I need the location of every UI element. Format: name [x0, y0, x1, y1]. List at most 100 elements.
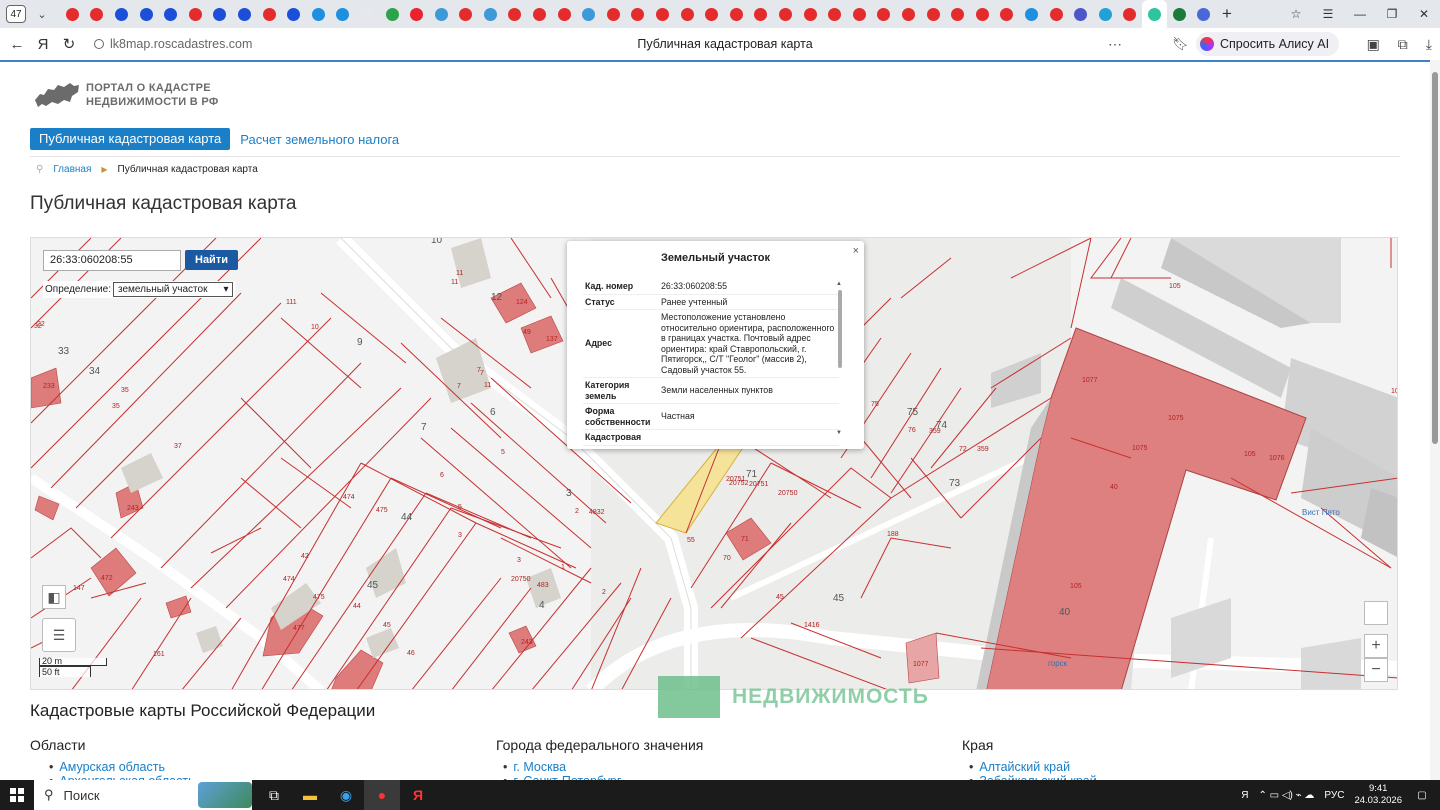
popup-scroll-thumb[interactable] — [838, 290, 842, 368]
close-window-button[interactable]: ✕ — [1408, 0, 1440, 28]
tray-icons[interactable]: ⌃ ▭ ◁) ⌁ ☁ — [1258, 790, 1314, 801]
nav-land-tax[interactable]: Расчет земельного налога — [240, 132, 399, 147]
browser-tab[interactable] — [724, 0, 749, 28]
browser-tab[interactable] — [749, 0, 774, 28]
browser-tab[interactable] — [970, 0, 995, 28]
browser-tab[interactable] — [699, 0, 724, 28]
browser-tab[interactable] — [675, 0, 700, 28]
browser-tab[interactable] — [1191, 0, 1216, 28]
back-icon[interactable]: ← — [4, 36, 30, 53]
edge-icon[interactable]: ◉ — [328, 780, 364, 810]
browser-tab[interactable] — [527, 0, 552, 28]
browser-tab[interactable] — [454, 0, 479, 28]
minimize-button[interactable]: — — [1344, 0, 1376, 28]
browser-tab[interactable] — [208, 0, 233, 28]
new-tab-button[interactable]: + — [1216, 4, 1238, 24]
site-logo[interactable]: ПОРТАЛ О КАДАСТРЕ НЕДВИЖИМОСТИ В РФ — [34, 80, 219, 110]
browser-tab[interactable] — [429, 0, 454, 28]
file-explorer-icon[interactable]: ▬ — [292, 780, 328, 810]
site-info-icon[interactable] — [94, 39, 104, 49]
browser-tab[interactable] — [945, 0, 970, 28]
yandex-tray-icon[interactable]: Я — [1241, 790, 1248, 801]
browser-tab[interactable] — [134, 0, 159, 28]
browser-tab[interactable] — [60, 0, 85, 28]
clock[interactable]: 9:41 24.03.2026 — [1354, 783, 1402, 807]
page-scrollbar-thumb[interactable] — [1432, 72, 1438, 444]
url-field[interactable]: lk8map.roscadastres.com — [94, 37, 252, 51]
browser-tab[interactable] — [478, 0, 503, 28]
browser-tab[interactable] — [650, 0, 675, 28]
alice-button[interactable]: Спросить Алису AI — [1196, 32, 1340, 56]
browser-tab[interactable] — [306, 0, 331, 28]
collections-icon[interactable]: ▣ — [1367, 36, 1380, 53]
tab-counter[interactable]: 47 — [6, 5, 26, 23]
menu-icon[interactable]: ☰ — [1312, 0, 1344, 28]
nav-cadastral-map[interactable]: Публичная кадастровая карта — [30, 128, 231, 150]
browser-tab[interactable] — [921, 0, 946, 28]
browser-tab[interactable] — [872, 0, 897, 28]
reload-icon[interactable]: ↻ — [56, 35, 82, 53]
downloads-icon[interactable]: ⤓ — [1426, 36, 1432, 53]
browser-tab[interactable] — [404, 0, 429, 28]
fullscreen-icon[interactable] — [1364, 601, 1388, 625]
cadastral-number-input[interactable]: 26:33:060208:55 — [43, 250, 181, 271]
browser-tab[interactable] — [995, 0, 1020, 28]
find-button[interactable]: Найти — [185, 250, 238, 270]
close-icon[interactable]: × — [853, 245, 859, 257]
browser-tab[interactable] — [85, 0, 110, 28]
tabs-dropdown-icon[interactable]: ⌄ — [32, 8, 52, 21]
yandex-browser-icon[interactable]: ● — [364, 780, 400, 810]
browser-tab[interactable] — [1167, 0, 1192, 28]
maximize-button[interactable]: ❐ — [1376, 0, 1408, 28]
zoom-in-button[interactable]: + — [1364, 634, 1388, 658]
browser-tab[interactable] — [158, 0, 183, 28]
scroll-up-icon[interactable]: ▲ — [836, 281, 842, 287]
more-icon[interactable]: ⋯ — [1108, 28, 1122, 60]
cadastral-map[interactable]: 10 11 11 12 124 49 137 111 10 9 7 7 6 32 22 33 35 35 34 233… — [30, 237, 1398, 690]
scroll-down-icon[interactable]: ▼ — [836, 430, 842, 436]
list-item[interactable]: г. Москва — [503, 760, 566, 774]
browser-tab[interactable] — [552, 0, 577, 28]
browser-tab[interactable] — [896, 0, 921, 28]
browser-tab[interactable] — [798, 0, 823, 28]
browser-tab[interactable] — [1068, 0, 1093, 28]
browser-tab[interactable] — [503, 0, 528, 28]
yandex-icon[interactable]: Я — [30, 36, 56, 53]
browser-tab[interactable] — [1142, 0, 1167, 28]
bookmark-star-icon[interactable]: ☆ — [1280, 0, 1312, 28]
notifications-icon[interactable]: ▢ — [1412, 790, 1432, 801]
browser-tab[interactable] — [232, 0, 257, 28]
browser-tab[interactable] — [626, 0, 651, 28]
list-item[interactable]: Амурская область — [49, 760, 165, 774]
browser-tab[interactable] — [257, 0, 282, 28]
zoom-out-button[interactable]: − — [1364, 658, 1388, 682]
browser-tab[interactable] — [847, 0, 872, 28]
language-indicator[interactable]: РУС — [1324, 790, 1344, 801]
breadcrumb-home[interactable]: Главная — [53, 164, 91, 175]
browser-tab[interactable] — [822, 0, 847, 28]
browser-tab[interactable] — [281, 0, 306, 28]
windows-start-icon[interactable] — [0, 780, 34, 810]
basemap-toggle-icon[interactable]: ◧ — [42, 585, 66, 609]
browser-tab[interactable] — [1118, 0, 1143, 28]
browser-tab[interactable] — [576, 0, 601, 28]
browser-tab[interactable] — [773, 0, 798, 28]
browser-tab[interactable] — [355, 0, 380, 28]
definition-select[interactable]: земельный участок ▾ — [113, 282, 234, 297]
browser-tab[interactable] — [1044, 0, 1069, 28]
yandex-app-icon[interactable]: Я — [400, 780, 436, 810]
extensions-icon[interactable]: ⧉ — [1398, 36, 1408, 53]
page-scrollbar[interactable] — [1430, 60, 1440, 780]
browser-tab[interactable] — [1093, 0, 1118, 28]
taskbar-search[interactable]: ⚲ Поиск — [34, 780, 252, 810]
layers-icon[interactable]: ☰ — [42, 618, 76, 652]
task-view-icon[interactable]: ⧉ — [256, 780, 292, 810]
browser-tab[interactable] — [109, 0, 134, 28]
popup-scrollbar[interactable]: ▲ ▼ — [835, 281, 843, 436]
browser-tab[interactable] — [331, 0, 356, 28]
browser-tab[interactable] — [601, 0, 626, 28]
bookmark-icon[interactable]: 🔖︎ — [1172, 28, 1189, 60]
browser-tab[interactable] — [183, 0, 208, 28]
browser-tab[interactable] — [380, 0, 405, 28]
list-item[interactable]: Алтайский край — [969, 760, 1070, 774]
